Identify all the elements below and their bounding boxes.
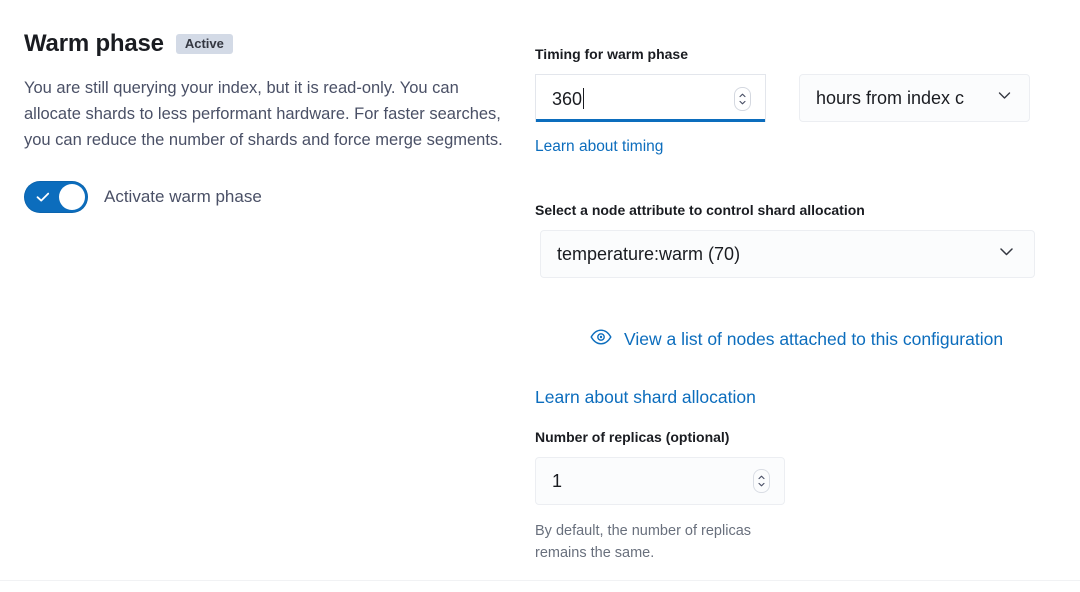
node-attribute-value: temperature:warm (70) [557,243,741,264]
replicas-value-text: 1 [552,470,563,491]
timing-controls: 360 hours from index c [535,74,1080,122]
page-title: Warm phase [24,30,164,57]
view-nodes-row[interactable]: View a list of nodes attached to this co… [590,328,1003,350]
timing-field-group: Timing for warm phase 360 hours from ind [535,44,1080,122]
replicas-input[interactable]: 1 [535,457,785,505]
timing-learn-link-row: Learn about timing [535,136,663,158]
activate-warm-phase-row[interactable]: Activate warm phase [24,180,506,213]
view-nodes-link[interactable]: View a list of nodes attached to this co… [624,328,1003,350]
warm-phase-panel: Warm phase Active You are still querying… [0,0,1080,580]
number-spinner-icon[interactable] [734,86,751,111]
shard-allocation-link-row: Learn about shard allocation [535,386,756,408]
status-badge: Active [175,34,233,55]
activate-warm-phase-toggle[interactable] [24,180,88,213]
timing-value-input[interactable]: 360 [535,74,766,122]
phase-info-column: Warm phase Active You are still querying… [0,0,530,580]
timing-units-select[interactable]: hours from index c [799,74,1030,122]
chevron-down-icon [996,87,1013,109]
phase-settings-column: Timing for warm phase 360 hours from ind [530,0,1080,580]
number-spinner-icon[interactable] [753,469,770,493]
learn-about-shard-allocation-link[interactable]: Learn about shard allocation [535,387,756,407]
timing-units-value: hours from index c [816,87,965,108]
text-caret [583,88,585,109]
check-icon [35,189,51,205]
activate-warm-phase-label: Activate warm phase [104,186,262,206]
learn-about-timing-link[interactable]: Learn about timing [535,138,663,155]
node-attribute-field-group: Select a node attribute to control shard… [535,200,1080,278]
replicas-hint: By default, the number of replicas remai… [535,523,752,561]
node-attribute-select[interactable]: temperature:warm (70) [540,230,1035,278]
timing-value-text: 360 [552,88,583,109]
phase-description: You are still querying your index, but i… [24,78,503,149]
replicas-label: Number of replicas (optional) [535,429,730,445]
chevron-down-icon [997,242,1016,266]
timing-label: Timing for warm phase [535,46,688,62]
toggle-knob [59,183,85,210]
node-attribute-label: Select a node attribute to control shard… [535,202,865,218]
phase-title-row: Warm phase Active [24,30,506,59]
panel-divider [0,580,1080,581]
eye-icon [590,329,612,350]
replicas-field-group: Number of replicas (optional) 1 [535,427,935,505]
